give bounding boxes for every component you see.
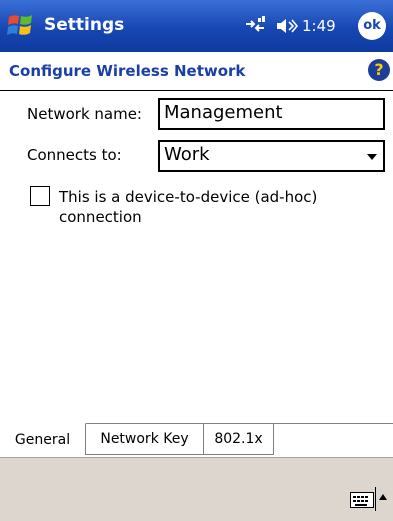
ok-button[interactable]: ok xyxy=(358,12,386,40)
app-title: Settings xyxy=(44,15,125,35)
clock[interactable]: 1:49 xyxy=(302,17,336,35)
adhoc-checkbox[interactable] xyxy=(30,186,50,206)
tab-network-key[interactable]: Network Key xyxy=(86,423,204,455)
page-title: Configure Wireless Network xyxy=(9,62,246,80)
keyboard-icon[interactable] xyxy=(350,492,374,508)
network-name-label: Network name: xyxy=(27,105,142,123)
page-header: Configure Wireless Network ? xyxy=(0,52,393,91)
connects-to-dropdown[interactable]: Work xyxy=(158,140,385,172)
menu-separator xyxy=(375,487,376,511)
input-menu-arrow-icon[interactable] xyxy=(379,494,387,500)
tab-802-1x[interactable]: 802.1x xyxy=(204,423,274,455)
title-bar: Settings 1:49 ok xyxy=(0,0,393,52)
connects-to-label: Connects to: xyxy=(27,146,122,164)
tab-general[interactable]: General xyxy=(0,423,86,455)
windows-start-icon[interactable] xyxy=(6,11,36,41)
network-name-input[interactable]: Management xyxy=(158,98,385,130)
connectivity-icon[interactable] xyxy=(244,16,266,36)
connects-to-value: Work xyxy=(164,144,210,165)
tab-strip: General Network Key 802.1x xyxy=(0,423,393,458)
adhoc-checkbox-label[interactable]: This is a device-to-device (ad-hoc) conn… xyxy=(59,187,359,227)
help-icon[interactable]: ? xyxy=(368,59,390,81)
menu-bar xyxy=(0,457,393,521)
chevron-down-icon[interactable] xyxy=(367,154,377,160)
volume-icon[interactable] xyxy=(275,16,299,36)
